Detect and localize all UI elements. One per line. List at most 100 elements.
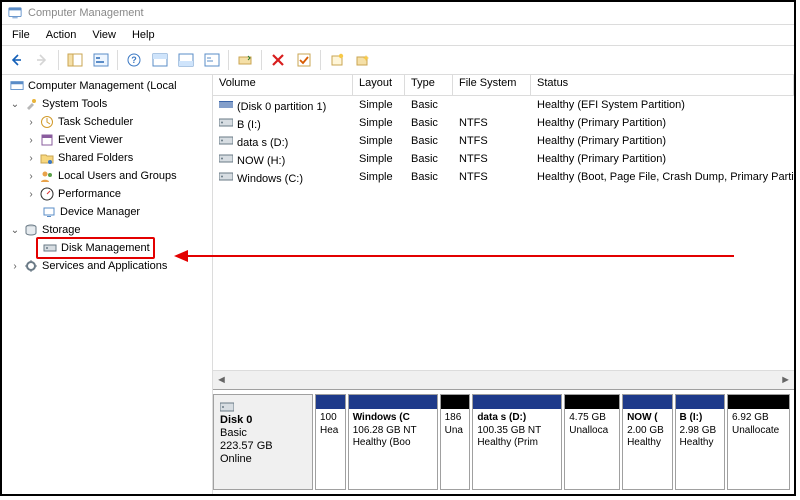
highlight-box: Disk Management	[36, 237, 155, 259]
partition-box[interactable]: B (I:)2.98 GBHealthy	[675, 394, 725, 490]
expand-icon[interactable]: ›	[10, 261, 20, 272]
check-button[interactable]	[292, 48, 316, 72]
arrow-left-icon	[9, 53, 23, 67]
partition-box[interactable]: 100Hea	[315, 394, 346, 490]
menu-action[interactable]: Action	[38, 27, 85, 43]
col-fs[interactable]: File System	[453, 75, 531, 95]
view-bottom-button[interactable]	[174, 48, 198, 72]
tree-shared-folders[interactable]: ›Shared Folders	[2, 149, 212, 167]
table-row[interactable]: B (I:)SimpleBasicNTFSHealthy (Primary Pa…	[213, 114, 794, 132]
partition-box[interactable]: NOW (2.00 GBHealthy	[622, 394, 672, 490]
delete-button[interactable]	[266, 48, 290, 72]
tree-performance[interactable]: ›Performance	[2, 185, 212, 203]
table-row[interactable]: (Disk 0 partition 1)SimpleBasicHealthy (…	[213, 96, 794, 114]
partition-box[interactable]: 4.75 GBUnalloca	[564, 394, 620, 490]
horizontal-scrollbar[interactable]: ◄ ►	[213, 370, 794, 389]
disk-status: Online	[220, 453, 306, 465]
storage-icon	[23, 222, 39, 238]
toolbar-separator	[58, 50, 59, 70]
volume-icon	[219, 116, 233, 128]
properties-icon	[93, 53, 109, 67]
expand-icon[interactable]: ›	[26, 153, 36, 164]
tree-system-tools[interactable]: ⌄ System Tools	[2, 95, 212, 113]
performance-icon	[39, 186, 55, 202]
tree-event-viewer[interactable]: ›Event Viewer	[2, 131, 212, 149]
services-icon	[23, 258, 39, 274]
tree-local-users[interactable]: ›Local Users and Groups	[2, 167, 212, 185]
col-type[interactable]: Type	[405, 75, 453, 95]
app-icon	[8, 6, 22, 20]
main-body: Computer Management (Local ⌄ System Tool…	[2, 75, 794, 494]
layout-bottom-icon	[178, 53, 194, 67]
clock-icon	[39, 114, 55, 130]
titlebar: Computer Management	[2, 2, 794, 25]
col-layout[interactable]: Layout	[353, 75, 405, 95]
properties-button[interactable]	[89, 48, 113, 72]
volume-icon	[219, 134, 233, 146]
wand-icon	[355, 53, 371, 67]
menu-view[interactable]: View	[84, 27, 124, 43]
show-hide-tree-button[interactable]	[63, 48, 87, 72]
back-button[interactable]	[4, 48, 28, 72]
col-volume[interactable]: Volume	[213, 75, 353, 95]
right-pane: Volume Layout Type File System Status (D…	[213, 75, 794, 494]
partition-box[interactable]: 6.92 GBUnallocate	[727, 394, 790, 490]
disk-info-box[interactable]: Disk 0 Basic 223.57 GB Online	[213, 394, 313, 490]
toolbar-separator	[117, 50, 118, 70]
col-status[interactable]: Status	[531, 75, 794, 95]
partition-strip: 100HeaWindows (C106.28 GB NTHealthy (Boo…	[315, 394, 790, 490]
computer-icon	[9, 78, 25, 94]
scroll-left-icon[interactable]: ◄	[216, 374, 227, 386]
device-icon	[41, 204, 57, 220]
table-row[interactable]: Windows (C:)SimpleBasicNTFSHealthy (Boot…	[213, 168, 794, 186]
window-title: Computer Management	[28, 7, 144, 19]
disk-name: Disk 0	[220, 414, 306, 426]
expand-icon[interactable]: ›	[26, 135, 36, 146]
layout-top-icon	[152, 53, 168, 67]
table-row[interactable]: NOW (H:)SimpleBasicNTFSHealthy (Primary …	[213, 150, 794, 168]
menubar: File Action View Help	[2, 25, 794, 46]
disk-drive-icon	[220, 401, 234, 413]
partition-box[interactable]: 186Una	[440, 394, 471, 490]
menu-file[interactable]: File	[4, 27, 38, 43]
shared-folder-icon	[39, 150, 55, 166]
scroll-right-icon[interactable]: ►	[780, 374, 791, 386]
new-icon	[330, 53, 344, 67]
tree-task-scheduler[interactable]: ›Task Scheduler	[2, 113, 212, 131]
toolbar-separator	[228, 50, 229, 70]
tree-services-apps[interactable]: ›Services and Applications	[2, 257, 212, 275]
new-button[interactable]	[325, 48, 349, 72]
volume-icon	[219, 98, 233, 110]
menu-help[interactable]: Help	[124, 27, 163, 43]
disk-size: 223.57 GB	[220, 440, 306, 452]
view-top-button[interactable]	[148, 48, 172, 72]
settings-icon	[204, 53, 220, 67]
grid-body[interactable]: (Disk 0 partition 1)SimpleBasicHealthy (…	[213, 96, 794, 370]
wizard-button[interactable]	[351, 48, 375, 72]
help-button[interactable]: ?	[122, 48, 146, 72]
collapse-icon[interactable]: ⌄	[10, 225, 20, 236]
svg-text:?: ?	[131, 55, 137, 65]
tools-icon	[23, 96, 39, 112]
tree-disk-management[interactable]: Disk Management	[2, 239, 212, 257]
disk-type: Basic	[220, 427, 306, 439]
volume-icon	[219, 170, 233, 182]
expand-icon[interactable]: ›	[26, 117, 36, 128]
expand-icon[interactable]: ›	[26, 171, 36, 182]
volume-icon	[219, 152, 233, 164]
navigation-tree[interactable]: Computer Management (Local ⌄ System Tool…	[2, 75, 213, 494]
expand-icon[interactable]: ›	[26, 189, 36, 200]
settings-button[interactable]	[200, 48, 224, 72]
forward-button[interactable]	[30, 48, 54, 72]
table-row[interactable]: data s (D:)SimpleBasicNTFSHealthy (Prima…	[213, 132, 794, 150]
partition-box[interactable]: data s (D:)100.35 GB NTHealthy (Prim	[472, 394, 562, 490]
partition-box[interactable]: Windows (C106.28 GB NTHealthy (Boo	[348, 394, 438, 490]
checkbox-icon	[297, 53, 311, 67]
computer-management-window: Computer Management File Action View Hel…	[0, 0, 796, 496]
tree-root[interactable]: Computer Management (Local	[2, 77, 212, 95]
collapse-icon[interactable]: ⌄	[10, 99, 20, 110]
grid-header: Volume Layout Type File System Status	[213, 75, 794, 96]
refresh-button[interactable]	[233, 48, 257, 72]
panel-icon	[67, 53, 83, 67]
tree-device-manager[interactable]: Device Manager	[2, 203, 212, 221]
